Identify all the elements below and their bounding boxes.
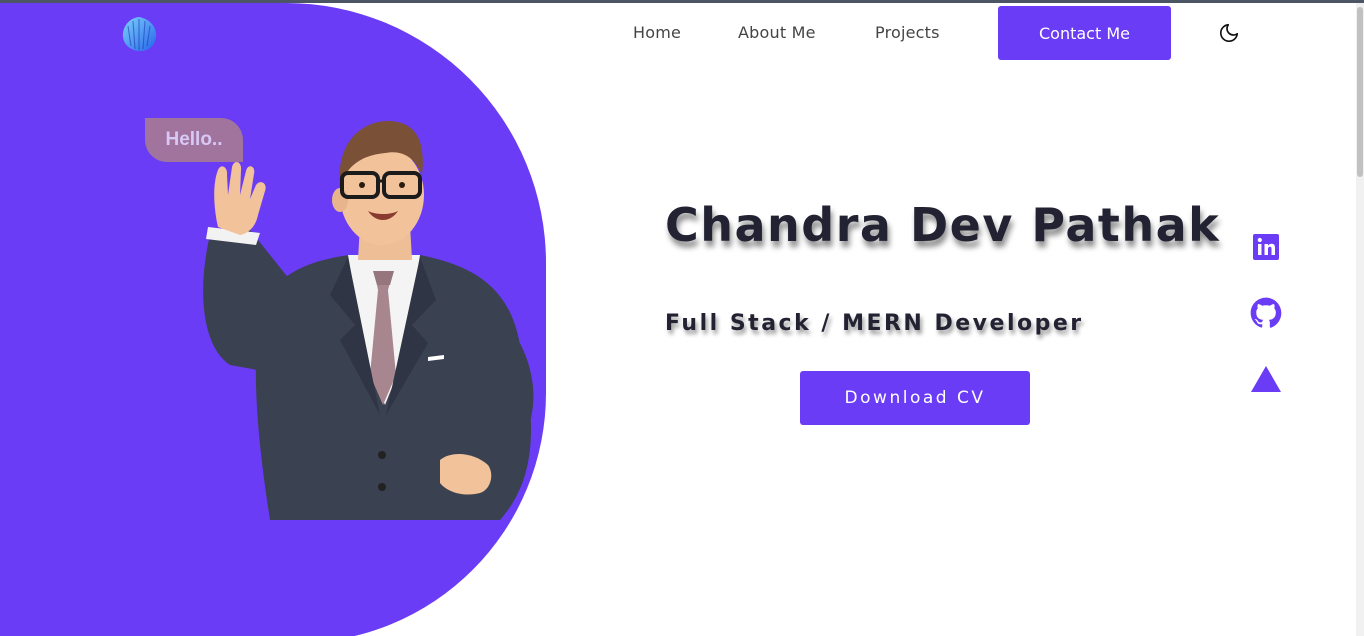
nav-projects-link[interactable]: Projects	[875, 23, 940, 42]
contact-me-button[interactable]: Contact Me	[998, 6, 1171, 60]
scrollbar[interactable]	[1356, 3, 1364, 636]
moon-icon[interactable]	[1218, 22, 1240, 44]
github-icon[interactable]	[1250, 297, 1282, 329]
linkedin-icon[interactable]	[1250, 231, 1282, 263]
nav-about-link[interactable]: About Me	[738, 23, 816, 42]
hero-role-subtitle: Full Stack / MERN Developer	[665, 311, 1084, 336]
triangle-icon[interactable]	[1250, 363, 1282, 395]
nav-home-link[interactable]: Home	[633, 23, 681, 42]
download-cv-button[interactable]: Download CV	[800, 371, 1030, 425]
waving-man-avatar	[190, 115, 550, 520]
hero-name-heading: Chandra Dev Pathak	[665, 198, 1221, 252]
top-nav: Home About Me Projects Contact Me	[0, 6, 1364, 60]
